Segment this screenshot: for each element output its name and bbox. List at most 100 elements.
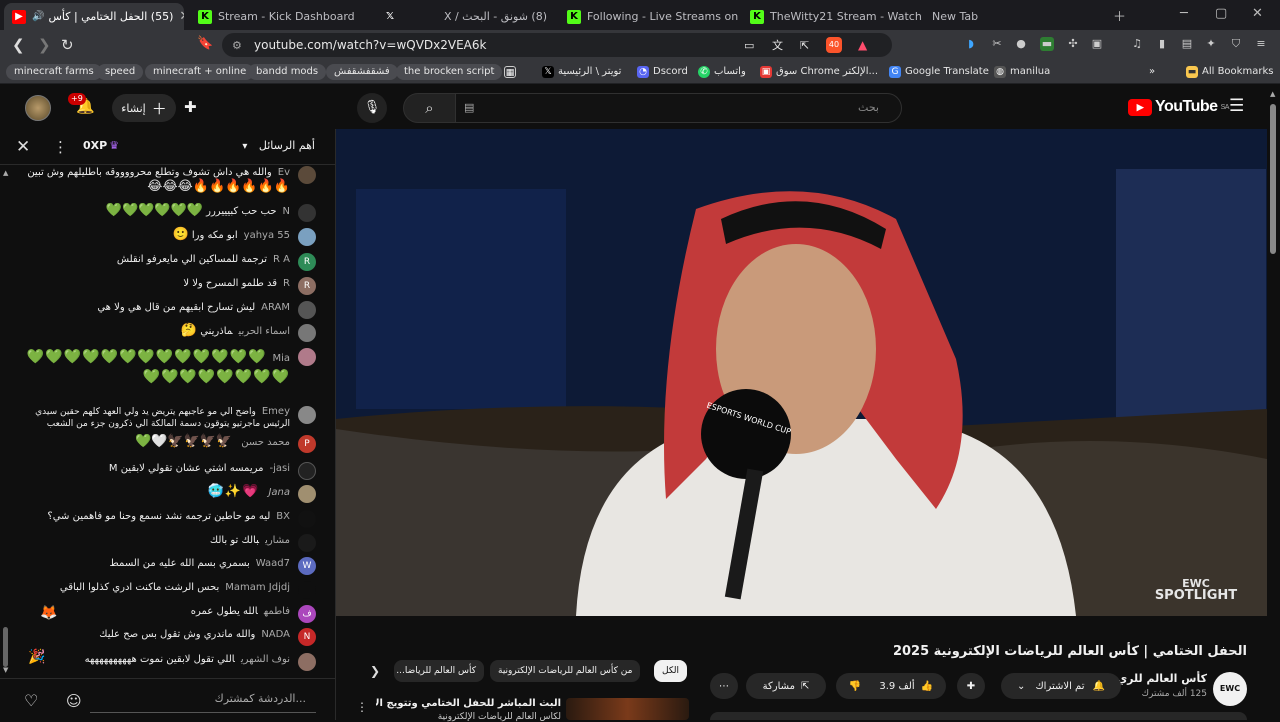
more-actions-icon[interactable]: ⋯ (710, 673, 738, 699)
avatar[interactable] (25, 95, 51, 121)
extension-icon[interactable]: ✂ (990, 37, 1004, 51)
scroll-up-icon[interactable]: ▲ (3, 169, 8, 177)
description-box[interactable] (710, 712, 1247, 720)
shield-icon[interactable]: ⛉ (1229, 37, 1243, 51)
new-tab-icon[interactable]: ＋ (1113, 6, 1126, 25)
extension-icon[interactable]: ▬ (1040, 37, 1054, 51)
tab-new[interactable]: New Tab (924, 3, 1104, 30)
bookmark-item[interactable]: bandd mods (248, 64, 327, 80)
bookmark-link[interactable]: 𝕏 تويتر \ الرئيسية (542, 64, 621, 80)
more-bookmarks-icon[interactable]: » (1149, 64, 1155, 80)
voice-search-button[interactable]: 🎙 (357, 93, 387, 123)
join-icon[interactable]: ✚ (957, 673, 985, 699)
tab-x-search[interactable]: 𝕏 (8) شونق - البحث / X (375, 3, 555, 30)
close-icon[interactable]: ✕ (173, 9, 184, 24)
minimize-icon[interactable]: ─ (1180, 6, 1188, 21)
share-icon[interactable]: ⇱ (800, 39, 809, 52)
more-vert-icon[interactable]: ⋮ (356, 700, 368, 714)
search-input[interactable]: ▤ بحث (455, 93, 902, 123)
recommended-thumbnail[interactable] (566, 698, 689, 720)
tab-kick-following[interactable]: K Following - Live Streams on Kick (559, 3, 739, 30)
like-icon[interactable]: 👍 (921, 681, 933, 692)
notifications-bell[interactable]: 🔔 +9 (68, 93, 95, 115)
subscribed-button[interactable]: ⌄ تم الاشتراك 🔔 (1001, 673, 1121, 699)
keyboard-icon[interactable]: ▤ (464, 101, 474, 114)
emoji-icon[interactable]: ☺ (66, 692, 82, 710)
reload-icon[interactable]: ↻ (61, 36, 74, 54)
tab-kick-thewitty[interactable]: K TheWitty21 Stream - Watch Live (742, 3, 922, 30)
more-options-icon[interactable]: ⋮ (53, 138, 68, 156)
search-icon: ⌕ (425, 99, 434, 117)
scroll-thumb[interactable] (1270, 104, 1276, 254)
scroll-down-icon[interactable]: ▼ (3, 666, 8, 674)
scroll-up-icon[interactable]: ▲ (1270, 90, 1275, 98)
chat-scrollbar[interactable]: ▲ ▼ (3, 169, 9, 674)
extension-icon[interactable]: ◗ (964, 37, 978, 51)
brave-rewards-icon[interactable]: ▲ (858, 38, 867, 52)
channel-avatar[interactable]: EWC (1213, 672, 1247, 706)
bookmark-item[interactable]: the brocken script (396, 64, 503, 80)
x-icon: 𝕏 (385, 11, 395, 22)
scroll-thumb[interactable] (3, 627, 8, 667)
search-button[interactable]: ⌕ (403, 93, 456, 123)
chat-input[interactable]: الدردشة كمشترك... (90, 687, 316, 713)
dislike-icon[interactable]: 👎 (849, 681, 861, 692)
chat-mode-dropdown[interactable]: أهم الرسائل ▾ (242, 139, 315, 152)
youtube-play-icon: ▶ (1128, 98, 1152, 116)
apps-grid-icon[interactable]: ▦ (504, 64, 516, 80)
chat-message: W Waad7بسمري بسم الله عليه من السمط (16, 557, 316, 575)
bookmark-link[interactable]: ◔ Dscord (637, 64, 688, 80)
tab-kick-dashboard[interactable]: K Stream - Kick Dashboard (190, 3, 370, 30)
mic-icon: 🎙 (363, 100, 381, 115)
spotlight-watermark: SPOTLIGHT (1155, 588, 1237, 603)
brave-shield-icon[interactable]: 40 (826, 37, 842, 53)
media-icon[interactable]: ♫ (1130, 37, 1144, 51)
vpn-icon[interactable]: ✦ (1204, 37, 1218, 51)
bell-icon: 🔔 (1092, 680, 1105, 692)
all-bookmarks[interactable]: ▬ All Bookmarks (1186, 64, 1273, 80)
youtube-premium-icon[interactable]: ✚ (184, 98, 197, 116)
chips-next-icon[interactable]: ❯ (370, 664, 380, 678)
url-field[interactable]: ⚙ youtube.com/watch?v=wQVDx2VEA6k ▭ 文 ⇱ … (222, 33, 892, 57)
chip-from-channel[interactable]: من كأس العالم للرياضات الإلكترونية (490, 660, 641, 682)
create-button[interactable]: إنشاء ＋ (112, 94, 176, 122)
avatar: R (298, 277, 316, 295)
chip-all[interactable]: الكل (654, 660, 688, 682)
bookmark-link[interactable]: ◍ manilua (994, 64, 1050, 80)
close-chat-icon[interactable]: ✕ (16, 137, 30, 157)
extension-icon[interactable]: ● (1014, 37, 1028, 51)
bookmark-icon[interactable]: 🔖 (197, 36, 213, 51)
chat-message: اسماء الحربيماذريني 🤔 (16, 324, 316, 342)
back-icon[interactable]: ❮ (12, 36, 25, 54)
extension-icon[interactable]: ▣ (1090, 37, 1104, 51)
chip-related[interactable]: كأس العالم للرياضا... (394, 660, 484, 682)
heart-icon[interactable]: ♡ (24, 691, 38, 710)
bookmark-item[interactable]: speed (97, 64, 144, 80)
translate-icon[interactable]: 文 (772, 37, 783, 53)
window-close-icon[interactable]: ✕ (1252, 6, 1263, 21)
bookmark-link[interactable]: ✆ واتساب (698, 64, 746, 80)
avatar (298, 301, 316, 319)
share-button[interactable]: مشاركة ⇱ (746, 673, 826, 699)
page-scrollbar[interactable]: ▲ (1267, 90, 1280, 720)
extensions-puzzle-icon[interactable]: ✣ (1066, 37, 1080, 51)
chat-message: Evوالله هي داش تشوف وتطلع محرووووقه باطل… (16, 166, 316, 195)
cast-icon[interactable]: ▭ (744, 39, 754, 52)
guide-menu-icon[interactable]: ☰ (1229, 96, 1244, 116)
bookmark-item[interactable]: minecraft farms (6, 64, 102, 80)
video-player[interactable]: ESPORTS WORLD CUP EWC SPOTLIGHT (336, 129, 1267, 616)
recommended-title[interactable]: البث المباشر للحفل الختامي وتتويج الأبطا… (376, 698, 561, 709)
forward-icon[interactable]: ❯ (38, 36, 51, 54)
wallet-icon[interactable]: ▤ (1180, 37, 1194, 51)
bookmark-item[interactable]: فشقفشقفش (326, 64, 398, 80)
tab-youtube[interactable]: ▶ 🔊 (55) الحفل الختامي | كأس ✕ (4, 3, 184, 30)
youtube-logo[interactable]: ▶ YouTube SA (1128, 98, 1229, 116)
bookmark-link[interactable]: G Google Translate (889, 64, 989, 80)
menu-icon[interactable]: ≡ (1254, 37, 1268, 51)
maximize-icon[interactable]: ▢ (1215, 6, 1227, 21)
site-info-icon[interactable]: ⚙ (232, 39, 242, 52)
bookmark-link[interactable]: ▣ سوق Chrome الإلكتر... (760, 64, 878, 80)
bookmark-item[interactable]: minecraft + online (145, 64, 255, 80)
sidebar-icon[interactable]: ▮ (1155, 37, 1169, 51)
notification-badge: +9 (68, 93, 86, 105)
